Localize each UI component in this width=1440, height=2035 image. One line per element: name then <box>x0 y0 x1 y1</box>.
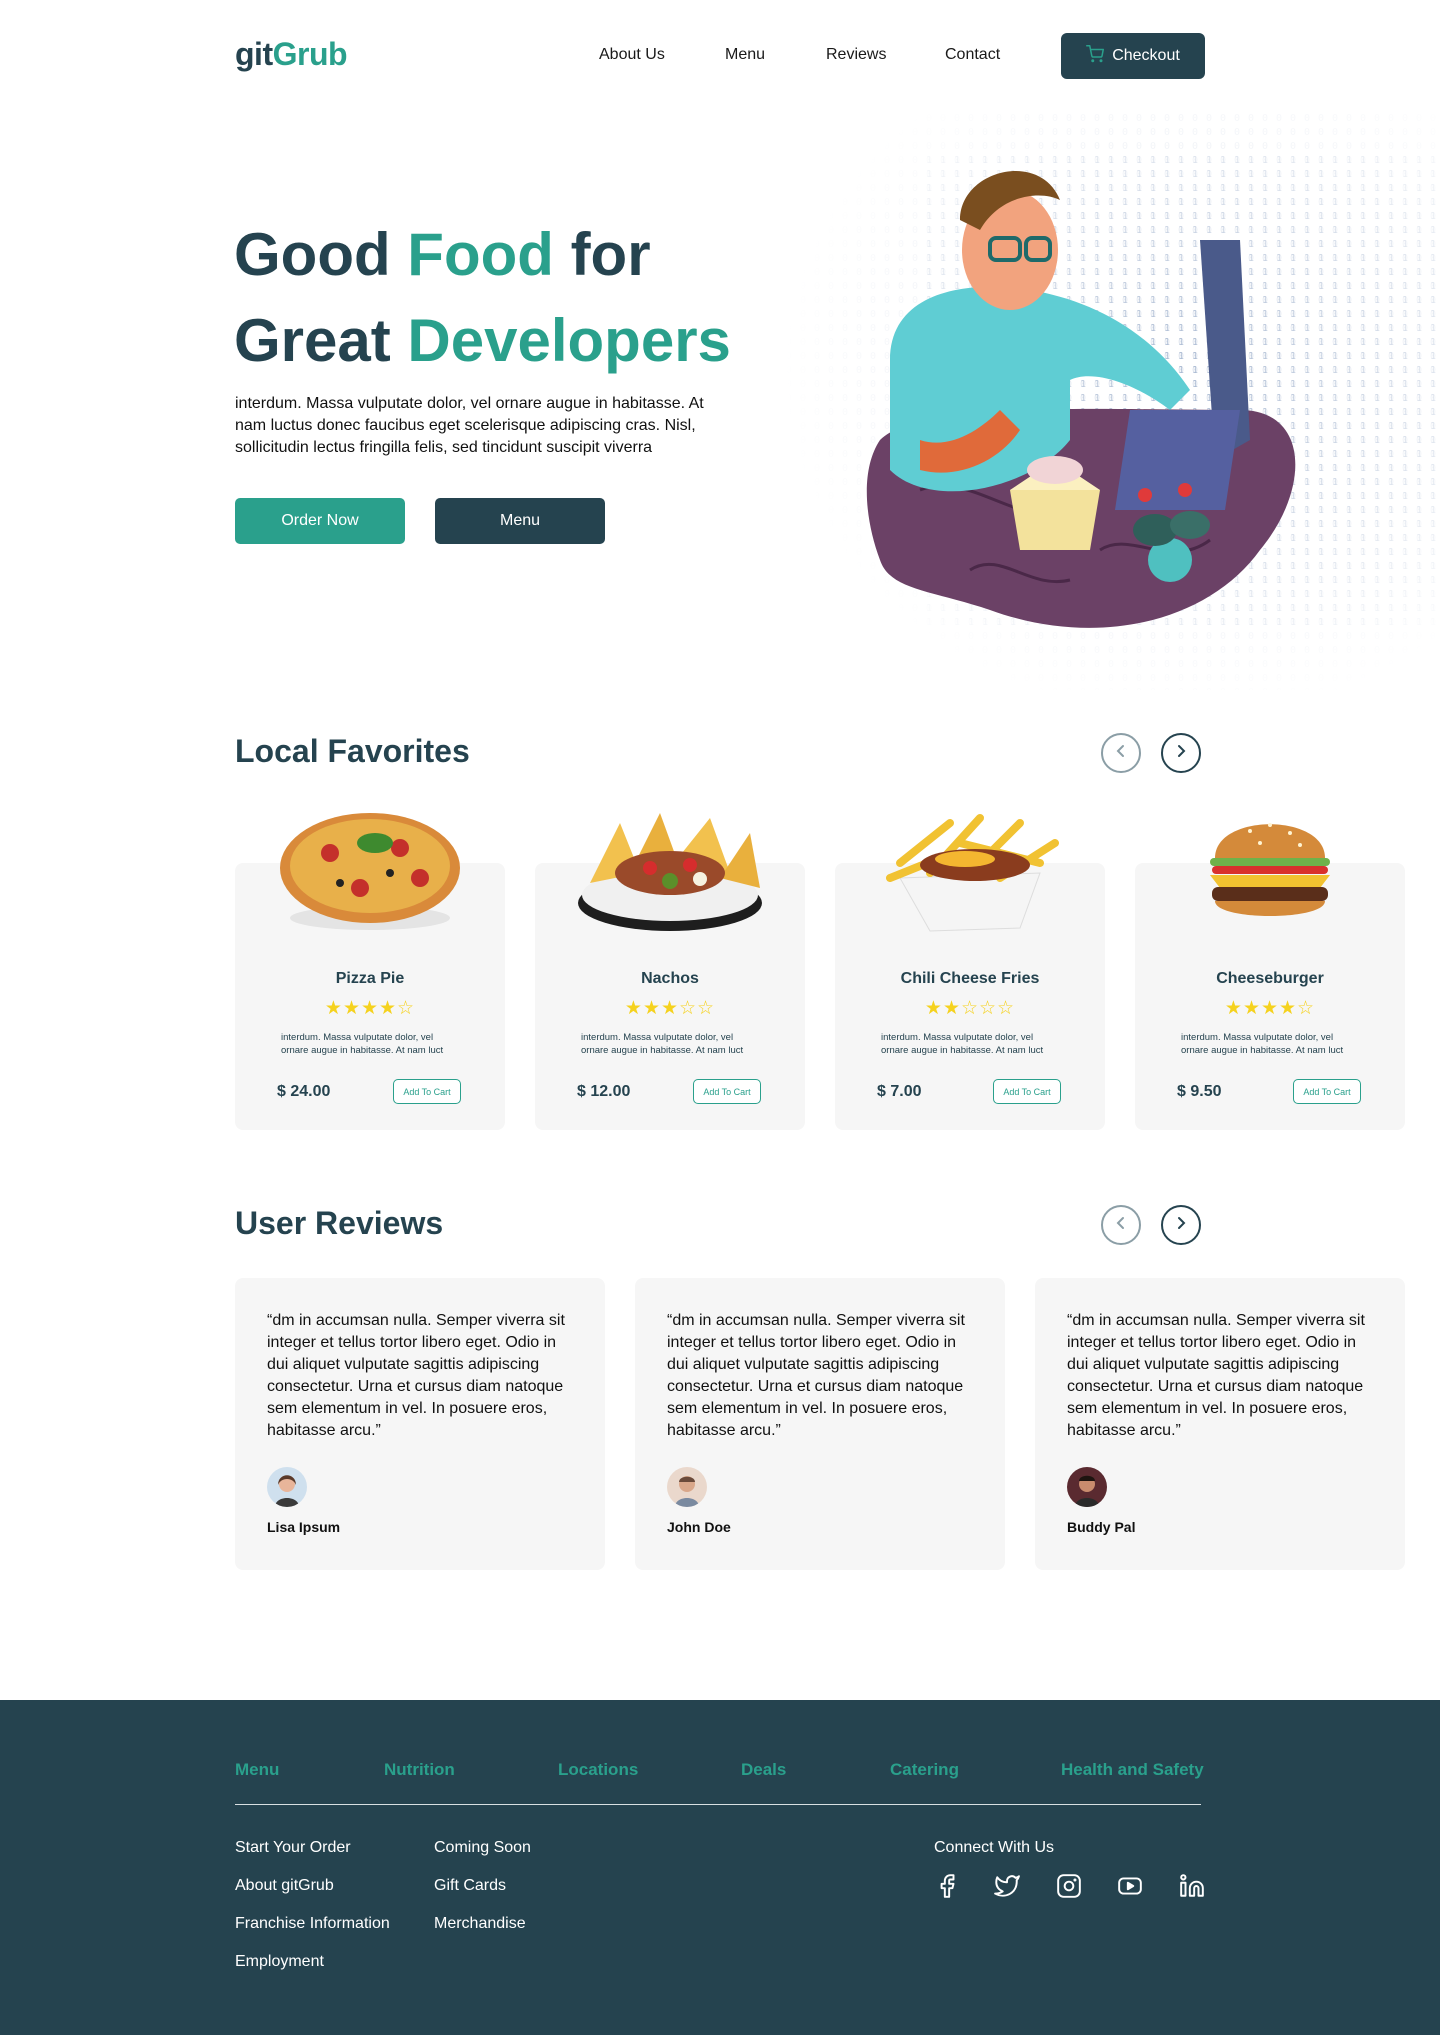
add-to-cart-button[interactable]: Add To Cart <box>993 1079 1061 1104</box>
food-name: Cheeseburger <box>1216 970 1324 987</box>
linkedin-icon[interactable] <box>1179 1873 1205 1899</box>
hero-illustration: 1 0 <box>770 110 1440 690</box>
avatar <box>667 1467 707 1507</box>
nachos-image <box>570 803 770 938</box>
reviewer-name: Buddy Pal <box>1067 1519 1136 1535</box>
review-text: “dm in accumsan nulla. Semper viverra si… <box>267 1312 565 1439</box>
food-card: Nachos ★★★☆☆ interdum. Massa vulputate d… <box>535 813 805 1130</box>
avatar <box>267 1467 307 1507</box>
food-card: Chili Cheese Fries ★★☆☆☆ interdum. Massa… <box>835 814 1105 1130</box>
nav-about-us[interactable]: About Us <box>599 46 665 64</box>
favorites-next-button[interactable] <box>1161 733 1201 773</box>
order-now-button[interactable]: Order Now <box>235 498 405 544</box>
food-price: $ 24.00 <box>277 1083 331 1100</box>
food-name: Chili Cheese Fries <box>900 970 1040 987</box>
food-price: $ 12.00 <box>577 1083 631 1100</box>
menu-button[interactable]: Menu <box>435 498 605 544</box>
food-name: Nachos <box>641 970 699 987</box>
food-description: interdum. Massa vulputate dolor, vel orn… <box>281 1032 444 1056</box>
footer-link[interactable]: About gitGrub <box>235 1877 334 1895</box>
hero-title: Good Food for Great Developers <box>234 221 731 374</box>
food-name: Pizza Pie <box>335 970 405 987</box>
food-card: Cheeseburger ★★★★☆ interdum. Massa vulpu… <box>1135 823 1405 1130</box>
cart-icon <box>1086 44 1105 68</box>
hero-description: interdum. Massa vulputate dolor, vel orn… <box>235 395 704 456</box>
food-description: interdum. Massa vulputate dolor, vel orn… <box>1181 1032 1344 1056</box>
chevron-left-icon <box>1113 1215 1129 1236</box>
star-rating: ★★★☆☆ <box>624 998 716 1019</box>
local-favorites-title: Local Favorites <box>235 733 470 769</box>
reviews-next-button[interactable] <box>1161 1205 1201 1245</box>
favorites-prev-button[interactable] <box>1101 733 1141 773</box>
footer: Menu Nutrition Locations Deals Catering … <box>0 1700 1440 2035</box>
footer-category-nutrition[interactable]: Nutrition <box>384 1760 455 1780</box>
instagram-icon[interactable] <box>1056 1873 1082 1899</box>
footer-link[interactable]: Start Your Order <box>235 1839 351 1857</box>
footer-category-catering[interactable]: Catering <box>890 1760 959 1780</box>
food-price: $ 9.50 <box>1177 1083 1222 1100</box>
footer-category-health-and-safety[interactable]: Health and Safety <box>1061 1760 1204 1780</box>
logo[interactable]: gitGrub <box>235 36 348 73</box>
connect-heading: Connect With Us <box>934 1839 1055 1856</box>
checkout-button[interactable]: Checkout <box>1061 33 1205 79</box>
footer-divider <box>235 1804 1201 1805</box>
pizza-image <box>270 803 470 938</box>
nav-reviews[interactable]: Reviews <box>826 46 886 64</box>
food-price: $ 7.00 <box>877 1083 922 1100</box>
footer-link[interactable]: Employment <box>235 1953 324 1971</box>
reviews-prev-button[interactable] <box>1101 1205 1141 1245</box>
review-card: “dm in accumsan nulla. Semper viverra si… <box>1035 1278 1405 1570</box>
youtube-icon[interactable] <box>1117 1873 1143 1899</box>
cheeseburger-image <box>1170 803 1370 938</box>
avatar <box>1067 1467 1107 1507</box>
add-to-cart-button[interactable]: Add To Cart <box>693 1079 761 1104</box>
nav-menu[interactable]: Menu <box>725 46 765 64</box>
footer-link[interactable]: Coming Soon <box>434 1839 531 1857</box>
footer-link[interactable]: Merchandise <box>434 1915 526 1933</box>
footer-category-deals[interactable]: Deals <box>741 1760 786 1780</box>
review-card: “dm in accumsan nulla. Semper viverra si… <box>235 1278 605 1570</box>
reviewer-name: Lisa Ipsum <box>267 1519 341 1535</box>
checkout-label: Checkout <box>1112 47 1180 64</box>
star-rating: ★★☆☆☆ <box>924 998 1016 1019</box>
twitter-icon[interactable] <box>994 1873 1020 1899</box>
footer-link[interactable]: Gift Cards <box>434 1877 506 1895</box>
chevron-right-icon <box>1173 1215 1189 1236</box>
footer-link[interactable]: Franchise Information <box>235 1915 390 1933</box>
chili-cheese-fries-image <box>870 803 1070 938</box>
chevron-left-icon <box>1113 743 1129 764</box>
star-rating: ★★★★☆ <box>1224 998 1316 1019</box>
nav-contact[interactable]: Contact <box>945 46 1000 64</box>
food-description: interdum. Massa vulputate dolor, vel orn… <box>581 1032 744 1056</box>
facebook-icon[interactable] <box>934 1873 960 1899</box>
footer-category-locations[interactable]: Locations <box>558 1760 638 1780</box>
review-text: “dm in accumsan nulla. Semper viverra si… <box>667 1312 965 1439</box>
user-reviews-title: User Reviews <box>235 1205 444 1241</box>
star-rating: ★★★★☆ <box>324 998 416 1019</box>
chevron-right-icon <box>1173 743 1189 764</box>
reviewer-name: John Doe <box>667 1519 731 1535</box>
add-to-cart-button[interactable]: Add To Cart <box>1293 1079 1361 1104</box>
food-card: Pizza Pie ★★★★☆ interdum. Massa vulputat… <box>235 813 505 1130</box>
add-to-cart-button[interactable]: Add To Cart <box>393 1079 461 1104</box>
footer-category-menu[interactable]: Menu <box>235 1760 279 1780</box>
review-text: “dm in accumsan nulla. Semper viverra si… <box>1067 1312 1365 1439</box>
review-card: “dm in accumsan nulla. Semper viverra si… <box>635 1278 1005 1570</box>
food-description: interdum. Massa vulputate dolor, vel orn… <box>881 1032 1044 1056</box>
